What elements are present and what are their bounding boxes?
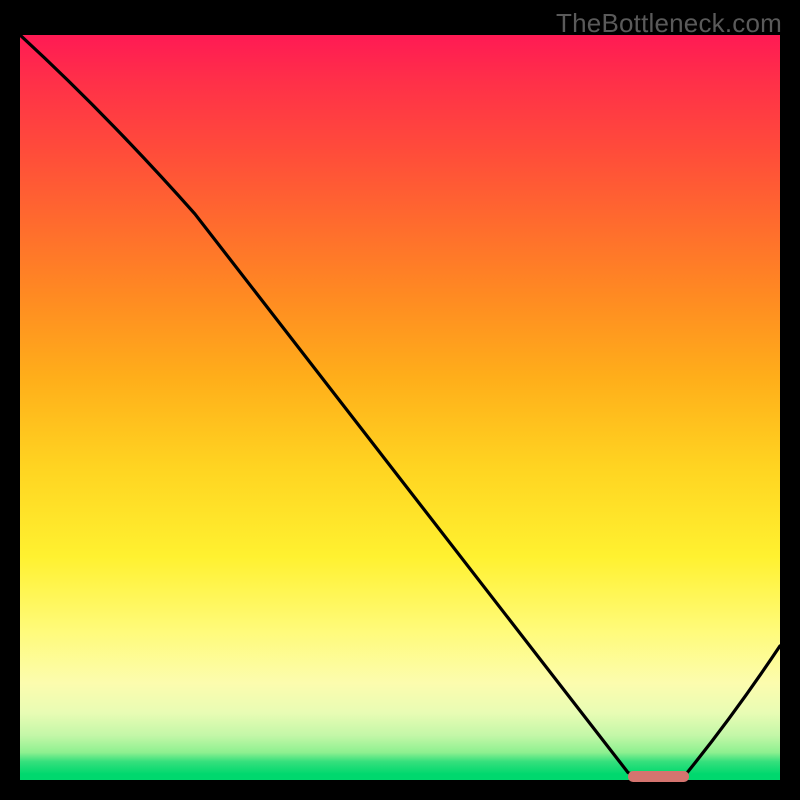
optimal-range-marker (628, 771, 689, 782)
watermark-text: TheBottleneck.com (556, 8, 782, 39)
curve-svg (20, 35, 780, 780)
plot-area (20, 35, 780, 780)
bottleneck-curve-path (20, 35, 780, 780)
chart-container: TheBottleneck.com (0, 0, 800, 800)
